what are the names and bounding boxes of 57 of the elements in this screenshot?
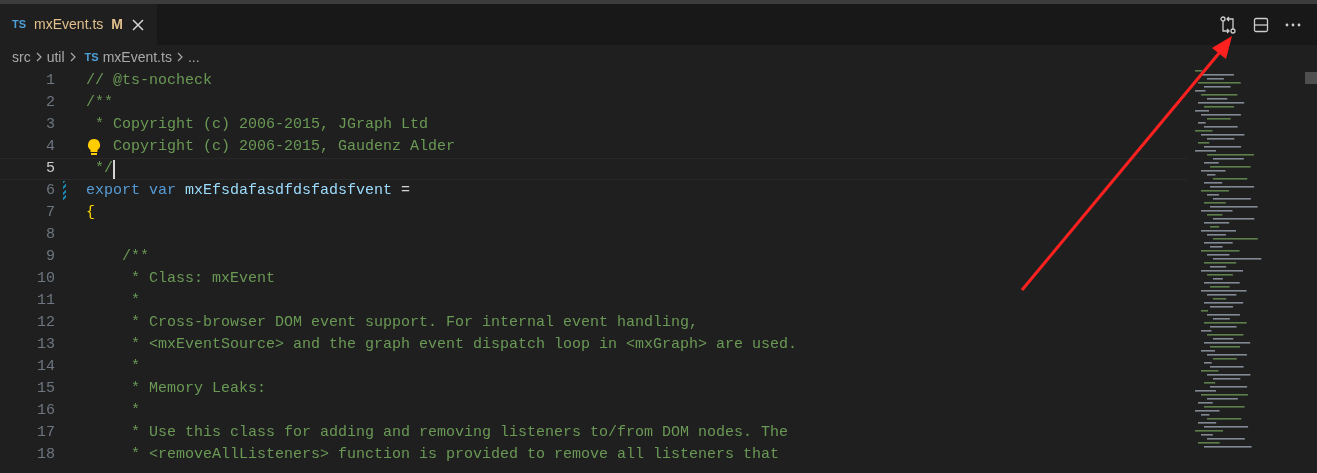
line-number: 13 xyxy=(36,334,55,355)
code-token: * <mxEventSource> and the graph event dispatch loop in <mxGraph> are used. xyxy=(130,334,798,355)
chevron-icon xyxy=(68,51,77,63)
code-token: /** xyxy=(86,92,113,113)
line-number: 9 xyxy=(45,246,55,267)
code-token: mxEfsdafasdfdsfadsfvent xyxy=(185,180,393,201)
chevron-icon xyxy=(34,51,43,63)
code-token: Copyright (c) 2006-2015, Gaudenz Alder xyxy=(113,136,456,157)
line-number: 8 xyxy=(45,224,55,245)
line-number: 16 xyxy=(36,400,55,421)
line-number: 12 xyxy=(36,312,55,333)
code-token: * Memory Leaks: xyxy=(130,378,267,399)
more-icon[interactable] xyxy=(1285,22,1301,27)
scrollbar-thumb[interactable] xyxy=(1305,72,1317,84)
code-token: * <removeAllListeners> function is provided to remove all listeners that xyxy=(130,444,780,465)
line-number: 11 xyxy=(36,290,55,311)
line-number: 1 xyxy=(45,70,55,91)
code-token: { xyxy=(86,202,95,223)
code-token: * xyxy=(130,356,140,377)
typescript-icon: TS xyxy=(12,16,27,33)
code-token: // @ts-nocheck xyxy=(86,70,213,91)
compare-changes-icon[interactable] xyxy=(1219,15,1237,34)
typescript-icon: TS xyxy=(84,48,99,66)
code-token: export xyxy=(86,180,141,201)
code-token: /** xyxy=(121,246,149,267)
code-token: * Use this class for adding and removing listeners to/from DOM nodes. The xyxy=(130,422,789,443)
line-number: 6 xyxy=(45,180,55,201)
breadcrumb-item[interactable]: src xyxy=(12,46,31,68)
line-number: 2 xyxy=(45,92,55,113)
line-number: 7 xyxy=(45,202,55,223)
breadcrumb-item[interactable]: mxEvent.ts xyxy=(102,46,172,68)
modified-status: M xyxy=(111,15,123,34)
text-cursor xyxy=(113,159,115,179)
code-token: = xyxy=(400,180,411,201)
lightbulb-icon[interactable] xyxy=(86,138,102,156)
code-token: * Copyright (c) 2006-2015, JGraph Ltd xyxy=(94,114,429,135)
line-number: 15 xyxy=(36,378,55,399)
line-number: 14 xyxy=(36,356,55,377)
line-number: 3 xyxy=(45,114,55,135)
line-number: 5 xyxy=(45,158,55,179)
line-number: 17 xyxy=(36,422,55,443)
code-token: */ xyxy=(94,158,113,179)
split-editor-icon[interactable] xyxy=(1253,16,1269,33)
breadcrumb-item[interactable]: util xyxy=(46,46,65,68)
code-token: * xyxy=(130,400,140,421)
line-number: 18 xyxy=(36,444,55,465)
code-token: * Class: mxEvent xyxy=(130,268,276,289)
line-number: 10 xyxy=(36,268,55,289)
close-icon[interactable] xyxy=(131,17,145,32)
tab-label: mxEvent.ts xyxy=(34,15,104,34)
editor-tab[interactable]: TS mxEvent.ts M xyxy=(0,4,157,45)
line-number: 4 xyxy=(45,136,55,157)
breadcrumb-item[interactable]: ... xyxy=(187,46,200,68)
chevron-icon xyxy=(175,51,184,63)
code-token: var xyxy=(149,180,178,201)
code-token: * xyxy=(130,290,140,311)
code-token: * Cross-browser DOM event support. For internal event handling, xyxy=(130,312,699,333)
